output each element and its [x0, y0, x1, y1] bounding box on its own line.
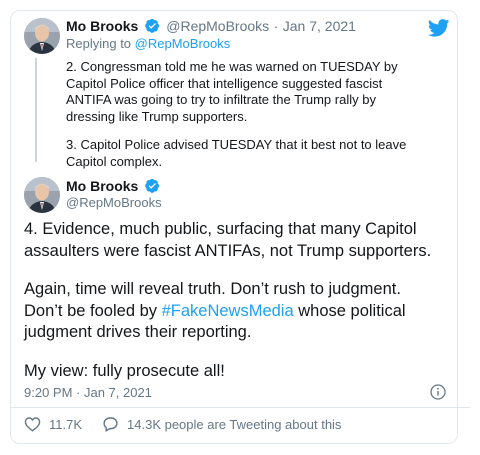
main-author-handle[interactable]: @RepMoBrooks	[66, 195, 162, 210]
info-icon[interactable]	[430, 384, 446, 400]
verified-badge-icon	[144, 179, 159, 194]
speech-bubble-icon[interactable]	[102, 416, 119, 432]
reply-tweet-text: 2. Congressman told me he was warned on …	[66, 59, 422, 182]
tweet-timestamp[interactable]: 9:20 PM · Jan 7, 2021	[24, 385, 152, 400]
replying-to: Replying to @RepMoBrooks	[66, 36, 230, 51]
heart-icon[interactable]	[24, 416, 41, 432]
thread-connector-line	[35, 58, 37, 162]
main-tweet-text: 4. Evidence, much public, surfacing that…	[24, 219, 434, 399]
main-author-row: Mo Brooks	[66, 178, 160, 196]
verified-badge-icon	[144, 19, 159, 34]
main-author-name[interactable]: Mo Brooks	[66, 178, 138, 194]
twitter-bird-icon[interactable]	[428, 19, 450, 37]
tweet-actions-bar: 11.7K 14.3K people are Tweeting about th…	[24, 416, 361, 432]
reply-header: Mo Brooks @RepMoBrooks · Jan 7, 2021	[66, 18, 356, 36]
like-count: 11.7K	[49, 416, 83, 432]
tweeting-about-action[interactable]: 14.3K people are Tweeting about this	[102, 416, 341, 432]
replying-prefix: Replying to	[66, 36, 132, 51]
reply-paragraph: 2. Congressman told me he was warned on …	[66, 59, 398, 124]
main-paragraph-1: 4. Evidence, much public, surfacing that…	[24, 220, 432, 260]
main-paragraph-2-line1: Again, time will reveal truth. Don’t rus…	[24, 280, 401, 298]
dot-separator: ·	[273, 18, 279, 34]
actions-divider	[10, 407, 470, 408]
reply-author-handle[interactable]: @RepMoBrooks	[166, 18, 269, 34]
like-action[interactable]: 11.7K	[24, 416, 82, 432]
reply-date[interactable]: Jan 7, 2021	[283, 18, 356, 34]
reply-paragraph: 3. Capitol Police advised TUESDAY that i…	[66, 137, 407, 169]
reply-author-name[interactable]: Mo Brooks	[66, 18, 138, 34]
hashtag-link[interactable]: #FakeNewsMedia	[162, 302, 294, 320]
main-paragraph-2: Again, time will reveal truth. Don’t rus…	[24, 279, 434, 344]
replying-handle-link[interactable]: @RepMoBrooks	[135, 36, 231, 51]
tweeting-about-text: 14.3K people are Tweeting about this	[127, 416, 342, 432]
reply-avatar[interactable]	[24, 18, 60, 54]
main-avatar[interactable]	[24, 177, 60, 213]
main-paragraph-3: My view: fully prosecute all!	[24, 361, 225, 380]
main-paragraph-2-pre: Don’t be fooled by	[24, 301, 162, 320]
